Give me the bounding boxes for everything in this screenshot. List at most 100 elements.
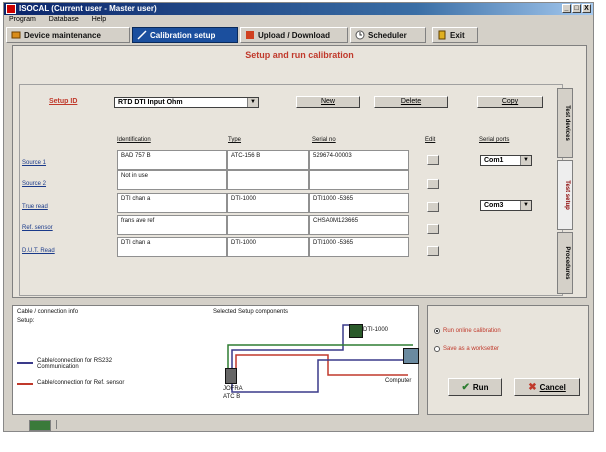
serial-port-select[interactable]: Com3 ▼ [480, 200, 532, 211]
save-worksetter-label: Save as a worksetter [443, 346, 500, 352]
row-label[interactable]: Source 1 [22, 160, 46, 166]
menu-database[interactable]: Database [49, 16, 79, 23]
edit-button[interactable] [427, 246, 439, 256]
status-indicator [29, 420, 51, 431]
tab-test-setup-label: Test setup [564, 180, 570, 210]
serial-port-value: Com1 [484, 157, 504, 164]
info-title: Cable / connection info [17, 309, 79, 315]
setup-id-value: RTD DTI Input Ohm [118, 99, 183, 106]
dti-label: DTI-1000 [363, 327, 389, 333]
toolbar: Device maintenance Calibration setup Upl… [4, 27, 593, 43]
row-label[interactable]: D.U.T. Read [22, 248, 55, 254]
row-label[interactable]: True read [22, 204, 48, 210]
rs232-legend-text: Cable/connection for RS232 Communication [37, 358, 113, 370]
copy-button[interactable]: Copy [477, 96, 543, 108]
window-title: ISOCAL (Current user - Master user) [19, 4, 157, 13]
col-type: Type [228, 137, 242, 143]
identification-cell: DTI chan a [117, 193, 227, 213]
delete-button[interactable]: Delete [374, 96, 448, 108]
row-label[interactable]: Source 2 [22, 181, 46, 187]
close-button[interactable]: X [582, 4, 591, 13]
ref-sensor-legend-text: Cable/connection for Ref. sensor [37, 380, 125, 386]
selected-components-title: Selected Setup components [213, 309, 289, 315]
jofra-device-icon [225, 368, 237, 384]
jofra-label: JOFRA [223, 386, 243, 392]
maximize-button[interactable]: □ [572, 4, 581, 13]
type-cell [227, 170, 309, 190]
device-maintenance-label: Device maintenance [24, 30, 101, 40]
tab-test-setup[interactable]: Test setup [557, 160, 573, 230]
serial-cell: CHSA0M123665 [309, 215, 409, 235]
status-divider [56, 420, 65, 429]
upload-download-label: Upload / Download [258, 30, 330, 40]
device-maintenance-button[interactable]: Device maintenance [6, 27, 130, 43]
run-online-label: Run online calibration [443, 328, 501, 334]
serial-cell: DTI1000 -5365 [309, 193, 409, 213]
tab-test-devices[interactable]: Test devices [557, 88, 573, 158]
calibration-setup-button[interactable]: Calibration setup [132, 27, 238, 43]
col-serial-ports: Serial ports [479, 137, 510, 143]
radio-unselected-icon [434, 346, 440, 352]
tab-procedures[interactable]: Procedures [557, 232, 573, 294]
chevron-down-icon: ▼ [520, 201, 531, 210]
type-cell: DTI-1000 [227, 193, 309, 213]
menu-bar: Program Database Help [4, 15, 593, 25]
tab-procedures-label: Procedures [564, 246, 570, 280]
edit-button[interactable] [427, 202, 439, 212]
radio-selected-icon [434, 328, 440, 334]
minimize-button[interactable]: _ [562, 4, 571, 13]
menu-help[interactable]: Help [92, 16, 106, 23]
col-identification: Identification [117, 137, 151, 143]
setup-icon [137, 30, 147, 40]
page-title: Setup and run calibration [245, 50, 354, 60]
title-bar: ISOCAL (Current user - Master user) _ □ … [4, 3, 593, 15]
setup-frame [19, 84, 563, 296]
application-window: ISOCAL (Current user - Master user) _ □ … [3, 2, 594, 432]
calibration-setup-label: Calibration setup [150, 30, 216, 40]
serial-cell: DTI1000 -5365 [309, 237, 409, 257]
upload-download-button[interactable]: Upload / Download [240, 27, 348, 43]
run-online-option[interactable]: Run online calibration [434, 328, 501, 334]
run-button[interactable]: ✔ Run [448, 378, 502, 396]
serial-cell [309, 170, 409, 190]
row-label[interactable]: Ref. sensor [22, 225, 53, 231]
edit-button[interactable] [427, 224, 439, 234]
cancel-label: Cancel [539, 382, 566, 392]
scheduler-label: Scheduler [368, 30, 407, 40]
edit-button[interactable] [427, 179, 439, 189]
serial-port-value: Com3 [484, 202, 504, 209]
computer-icon [403, 348, 419, 364]
dti-device-icon [349, 324, 363, 338]
run-label: Run [472, 382, 489, 392]
setup-id-label: Setup ID [49, 98, 78, 105]
ref-sensor-line-legend [17, 383, 33, 385]
setup-id-select[interactable]: RTD DTI Input Ohm ▼ [114, 97, 259, 108]
checkmark-icon: ✔ [461, 381, 470, 393]
scheduler-button[interactable]: Scheduler [350, 27, 426, 43]
app-logo-icon [6, 4, 16, 14]
menu-program[interactable]: Program [9, 16, 36, 23]
identification-cell: frans ave ref [117, 215, 227, 235]
connection-diagram [227, 324, 413, 393]
device-icon [11, 30, 21, 40]
rs232-line-legend [17, 362, 33, 364]
exit-button[interactable]: Exit [432, 27, 478, 43]
type-cell: DTI-1000 [227, 237, 309, 257]
identification-cell: BAD 757 B [117, 150, 227, 170]
chevron-down-icon: ▼ [520, 156, 531, 165]
info-setup-label: Setup: [17, 318, 35, 324]
exit-label: Exit [450, 30, 465, 40]
col-edit: Edit [425, 137, 436, 143]
run-panel: Run online calibration Save as a workset… [427, 305, 589, 415]
save-worksetter-option[interactable]: Save as a worksetter [434, 346, 499, 352]
new-button[interactable]: New [296, 96, 360, 108]
serial-cell: 529674-00003 [309, 150, 409, 170]
connection-info-panel: Cable / connection info Setup: Selected … [12, 305, 419, 415]
clock-icon [355, 30, 365, 40]
col-serial: Serial no [312, 137, 336, 143]
cancel-button[interactable]: ✖ Cancel [514, 378, 580, 396]
serial-port-select[interactable]: Com1 ▼ [480, 155, 532, 166]
chevron-down-icon: ▼ [247, 98, 258, 107]
identification-cell: DTI chan a [117, 237, 227, 257]
edit-button[interactable] [427, 155, 439, 165]
